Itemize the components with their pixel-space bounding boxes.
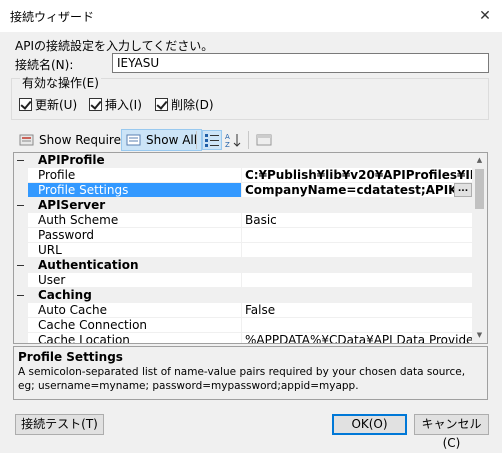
- svg-text:Z: Z: [225, 141, 230, 148]
- property-value[interactable]: [242, 243, 472, 258]
- property-value[interactable]: [242, 228, 472, 243]
- insert-label: 挿入(I): [105, 98, 142, 112]
- property-name: Auto Cache: [28, 303, 242, 318]
- collapse-icon[interactable]: [17, 292, 24, 299]
- collapse-icon[interactable]: [17, 157, 24, 164]
- category-name: Authentication: [38, 258, 139, 272]
- property-row-selected[interactable]: Profile Settings CompanyName=cdatatest;A…: [14, 183, 472, 198]
- property-value[interactable]: C:¥Publish¥lib¥v20¥APIProfiles¥IEYASU: [242, 168, 472, 183]
- description-text: A semicolon-separated list of name-value…: [18, 366, 466, 392]
- category-name: APIProfile: [38, 153, 105, 167]
- cancel-button[interactable]: キャンセル(C): [414, 414, 489, 450]
- scroll-thumb[interactable]: [475, 169, 484, 209]
- update-checkbox[interactable]: 更新(U): [19, 96, 77, 113]
- insert-checkbox[interactable]: 挿入(I): [89, 96, 142, 113]
- property-row[interactable]: Cache Location %APPDATA%¥CData¥API Data …: [14, 333, 472, 343]
- category-name: Caching: [38, 288, 92, 302]
- collapse-icon[interactable]: [17, 202, 24, 209]
- property-value: CompanyName=cdatatest;APIKey=M: [245, 183, 472, 197]
- categorized-button[interactable]: [202, 130, 222, 150]
- category-row[interactable]: APIProfile: [14, 153, 472, 168]
- ops-legend: 有効な操作(E): [20, 74, 101, 91]
- show-all-button[interactable]: Show All: [121, 129, 203, 151]
- property-name: Profile Settings: [28, 183, 242, 198]
- property-value[interactable]: [242, 318, 472, 333]
- property-value[interactable]: [242, 273, 472, 288]
- collapse-icon[interactable]: [17, 262, 24, 269]
- delete-checkbox[interactable]: 削除(D): [155, 96, 214, 113]
- show-required-label: Show Required: [39, 133, 129, 147]
- description-panel: Profile Settings A semicolon-separated l…: [13, 346, 488, 400]
- show-all-icon: [126, 134, 141, 146]
- property-row[interactable]: Password: [14, 228, 472, 243]
- property-row[interactable]: URL: [14, 243, 472, 258]
- vertical-scrollbar[interactable]: ▲ ▼: [472, 153, 487, 343]
- close-icon[interactable]: ✕: [472, 4, 498, 28]
- property-row[interactable]: Auth Scheme Basic: [14, 213, 472, 228]
- scroll-down-icon[interactable]: ▼: [472, 328, 487, 343]
- property-row[interactable]: Auto Cache False: [14, 303, 472, 318]
- property-name: Cache Location: [28, 333, 242, 343]
- property-value[interactable]: %APPDATA%¥CData¥API Data Provider: [242, 333, 472, 343]
- show-all-label: Show All: [146, 133, 198, 147]
- test-connection-button[interactable]: 接続テスト(T): [15, 414, 104, 435]
- checkbox-checked-icon: [89, 98, 102, 111]
- property-name: User: [28, 273, 242, 288]
- property-value[interactable]: False: [242, 303, 472, 318]
- category-name: APIServer: [38, 198, 106, 212]
- property-pages-button[interactable]: [254, 130, 274, 150]
- property-pages-icon: [256, 134, 272, 146]
- property-row[interactable]: Cache Connection: [14, 318, 472, 333]
- category-row[interactable]: Caching: [14, 288, 472, 303]
- description-title: Profile Settings: [18, 350, 123, 364]
- alphabetical-button[interactable]: A Z: [224, 130, 244, 150]
- window-title: 接続ウィザード: [10, 10, 95, 24]
- property-name: Profile: [28, 168, 242, 183]
- intro-text: APIの接続設定を入力してください。: [15, 39, 214, 53]
- show-required-icon: [19, 134, 34, 146]
- property-row[interactable]: Profile C:¥Publish¥lib¥v20¥APIProfiles¥I…: [14, 168, 472, 183]
- property-name: Password: [28, 228, 242, 243]
- delete-label: 削除(D): [171, 98, 214, 112]
- ok-button[interactable]: OK(O): [332, 414, 407, 435]
- checkbox-checked-icon: [155, 98, 168, 111]
- property-value-input[interactable]: CompanyName=cdatatest;APIKey=M ...: [242, 183, 472, 198]
- category-row[interactable]: APIServer: [14, 198, 472, 213]
- toolbar-separator: [196, 131, 197, 149]
- show-required-button[interactable]: Show Required: [15, 129, 133, 151]
- update-label: 更新(U): [35, 98, 78, 112]
- category-row[interactable]: Authentication: [14, 258, 472, 273]
- property-grid: APIProfile Profile C:¥Publish¥lib¥v20¥AP…: [13, 152, 488, 344]
- property-row[interactable]: User: [14, 273, 472, 288]
- property-value[interactable]: Basic: [242, 213, 472, 228]
- ellipsis-button[interactable]: ...: [454, 183, 472, 197]
- conn-name-label: 接続名(N):: [15, 58, 74, 72]
- scroll-up-icon[interactable]: ▲: [472, 153, 487, 168]
- conn-name-value: IEYASU: [117, 56, 160, 70]
- svg-text:A: A: [225, 133, 230, 141]
- toolbar-separator: [248, 131, 249, 149]
- checkbox-checked-icon: [19, 98, 32, 111]
- categorized-icon: [205, 134, 219, 147]
- property-name: URL: [28, 243, 242, 258]
- property-name: Auth Scheme: [28, 213, 242, 228]
- property-name: Cache Connection: [28, 318, 242, 333]
- conn-name-input[interactable]: IEYASU: [112, 53, 489, 73]
- sort-az-icon: A Z: [225, 133, 241, 148]
